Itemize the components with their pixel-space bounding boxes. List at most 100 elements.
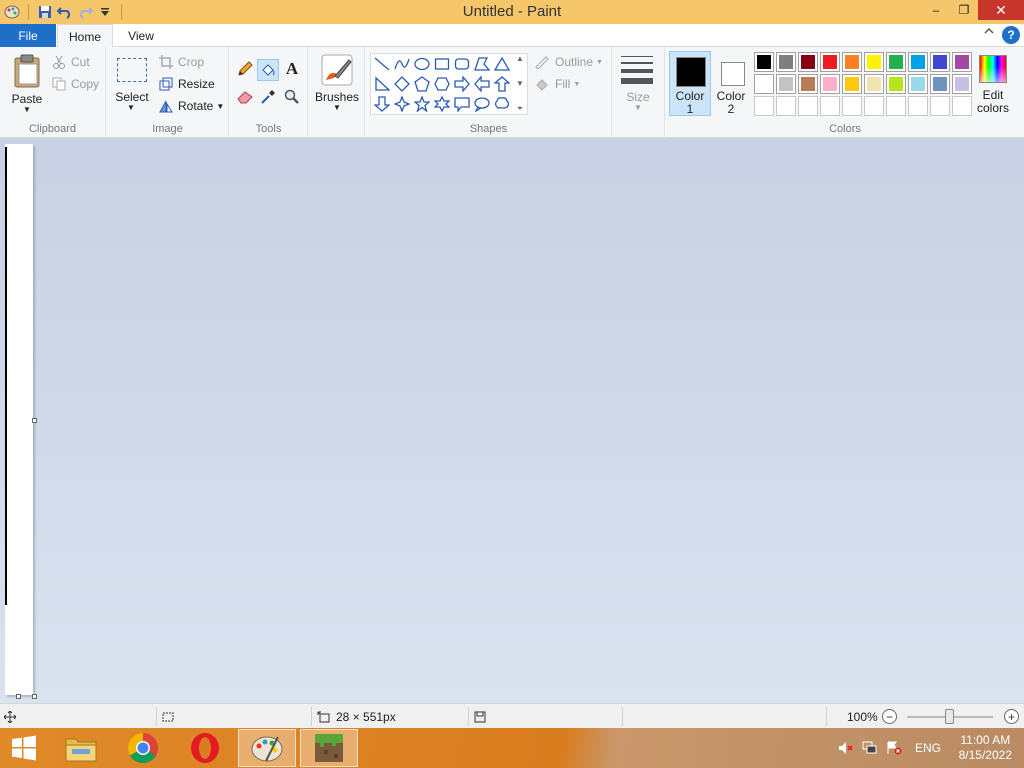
- close-button[interactable]: ✕: [978, 0, 1024, 20]
- opera-taskbar-icon[interactable]: [176, 729, 234, 767]
- palette-custom-slot[interactable]: [820, 96, 840, 116]
- down-arrow-shape-icon[interactable]: [372, 94, 392, 114]
- palette-color-swatch[interactable]: [798, 52, 818, 72]
- zoom-out-button[interactable]: −: [882, 709, 897, 724]
- color-picker-icon[interactable]: [258, 87, 278, 107]
- color2-button[interactable]: Color 2: [711, 51, 751, 116]
- chrome-taskbar-icon[interactable]: [114, 729, 172, 767]
- fill-bucket-icon[interactable]: [257, 59, 279, 81]
- palette-custom-slot[interactable]: [842, 96, 862, 116]
- color1-button[interactable]: Color 1: [669, 51, 711, 116]
- polygon-shape-icon[interactable]: [472, 54, 492, 74]
- redo-icon[interactable]: [75, 2, 95, 22]
- help-button[interactable]: ?: [1002, 26, 1020, 44]
- paint-taskbar-icon[interactable]: [238, 729, 296, 767]
- left-arrow-shape-icon[interactable]: [472, 74, 492, 94]
- system-clock[interactable]: 11:00 AM 8/15/2022: [959, 733, 1012, 763]
- zoom-in-button[interactable]: +: [1004, 709, 1019, 724]
- palette-color-swatch[interactable]: [776, 52, 796, 72]
- resize-handle-bottom[interactable]: [16, 694, 21, 699]
- palette-color-swatch[interactable]: [842, 52, 862, 72]
- palette-color-swatch[interactable]: [754, 74, 774, 94]
- palette-color-swatch[interactable]: [908, 74, 928, 94]
- save-icon[interactable]: [35, 2, 55, 22]
- up-arrow-shape-icon[interactable]: [492, 74, 512, 94]
- palette-color-swatch[interactable]: [886, 74, 906, 94]
- minimize-button[interactable]: ‒: [922, 0, 950, 20]
- minecraft-taskbar-icon[interactable]: [300, 729, 358, 767]
- text-tool-icon[interactable]: A: [282, 59, 302, 79]
- outline-button[interactable]: Outline ▼: [534, 55, 603, 69]
- volume-muted-icon[interactable]: [838, 728, 854, 768]
- canvas-workspace[interactable]: [0, 138, 1024, 703]
- paint-app-icon[interactable]: [2, 2, 22, 22]
- eraser-icon[interactable]: [235, 87, 255, 107]
- pentagon-shape-icon[interactable]: [412, 74, 432, 94]
- expand-gallery-icon[interactable]: ⏷: [517, 104, 523, 114]
- palette-color-swatch[interactable]: [864, 52, 884, 72]
- triangle-shape-icon[interactable]: [492, 54, 512, 74]
- tab-view[interactable]: View: [116, 24, 166, 48]
- customize-qat-icon[interactable]: [95, 2, 115, 22]
- rectangle-shape-icon[interactable]: [432, 54, 452, 74]
- minimize-ribbon-icon[interactable]: [984, 27, 994, 38]
- brushes-button[interactable]: Brushes ▼: [315, 52, 359, 114]
- palette-color-swatch[interactable]: [930, 74, 950, 94]
- five-point-star-shape-icon[interactable]: [412, 94, 432, 114]
- network-icon[interactable]: [862, 728, 878, 768]
- tab-home[interactable]: Home: [57, 24, 113, 48]
- fill-button[interactable]: Fill ▼: [534, 77, 580, 91]
- action-center-icon[interactable]: [886, 728, 902, 768]
- pencil-icon[interactable]: [235, 59, 255, 79]
- palette-custom-slot[interactable]: [754, 96, 774, 116]
- right-arrow-shape-icon[interactable]: [452, 74, 472, 94]
- diamond-shape-icon[interactable]: [392, 74, 412, 94]
- scroll-up-icon[interactable]: ▲: [516, 54, 524, 63]
- palette-color-swatch[interactable]: [864, 74, 884, 94]
- palette-color-swatch[interactable]: [754, 52, 774, 72]
- line-shape-icon[interactable]: [372, 54, 392, 74]
- palette-color-swatch[interactable]: [842, 74, 862, 94]
- rectangular-callout-shape-icon[interactable]: [452, 94, 472, 114]
- scroll-down-icon[interactable]: ▼: [516, 79, 524, 88]
- palette-color-swatch[interactable]: [930, 52, 950, 72]
- cloud-callout-shape-icon[interactable]: [492, 94, 512, 114]
- palette-color-swatch[interactable]: [776, 74, 796, 94]
- palette-color-swatch[interactable]: [952, 52, 972, 72]
- cut-button[interactable]: Cut: [52, 55, 90, 69]
- curve-shape-icon[interactable]: [392, 54, 412, 74]
- copy-button[interactable]: Copy: [52, 77, 99, 91]
- palette-color-swatch[interactable]: [820, 52, 840, 72]
- file-explorer-taskbar-icon[interactable]: [52, 729, 110, 767]
- start-button[interactable]: [0, 729, 48, 767]
- size-button[interactable]: Size ▼: [619, 53, 657, 115]
- crop-button[interactable]: Crop: [159, 55, 204, 69]
- palette-custom-slot[interactable]: [886, 96, 906, 116]
- palette-custom-slot[interactable]: [776, 96, 796, 116]
- shapes-scrollbar[interactable]: ▲ ▼ ⏷: [513, 54, 527, 114]
- palette-color-swatch[interactable]: [886, 52, 906, 72]
- tab-file[interactable]: File: [0, 24, 56, 47]
- right-triangle-shape-icon[interactable]: [372, 74, 392, 94]
- magnifier-icon[interactable]: [282, 87, 302, 107]
- language-indicator[interactable]: ENG: [915, 728, 941, 768]
- hexagon-shape-icon[interactable]: [432, 74, 452, 94]
- resize-handle-right[interactable]: [32, 418, 37, 423]
- palette-custom-slot[interactable]: [864, 96, 884, 116]
- drawing-canvas[interactable]: [5, 144, 33, 695]
- rounded-rectangle-shape-icon[interactable]: [452, 54, 472, 74]
- four-point-star-shape-icon[interactable]: [392, 94, 412, 114]
- palette-custom-slot[interactable]: [908, 96, 928, 116]
- palette-custom-slot[interactable]: [798, 96, 818, 116]
- palette-color-swatch[interactable]: [798, 74, 818, 94]
- palette-color-swatch[interactable]: [820, 74, 840, 94]
- oval-shape-icon[interactable]: [412, 54, 432, 74]
- edit-colors-button[interactable]: Edit colors: [972, 53, 1014, 119]
- paste-button[interactable]: Paste ▼: [8, 52, 46, 114]
- oval-callout-shape-icon[interactable]: [472, 94, 492, 114]
- select-button[interactable]: Select ▼: [113, 52, 149, 114]
- palette-custom-slot[interactable]: [930, 96, 950, 116]
- restore-button[interactable]: ❐: [950, 0, 978, 20]
- resize-button[interactable]: Resize: [159, 77, 215, 91]
- resize-handle-corner[interactable]: [32, 694, 37, 699]
